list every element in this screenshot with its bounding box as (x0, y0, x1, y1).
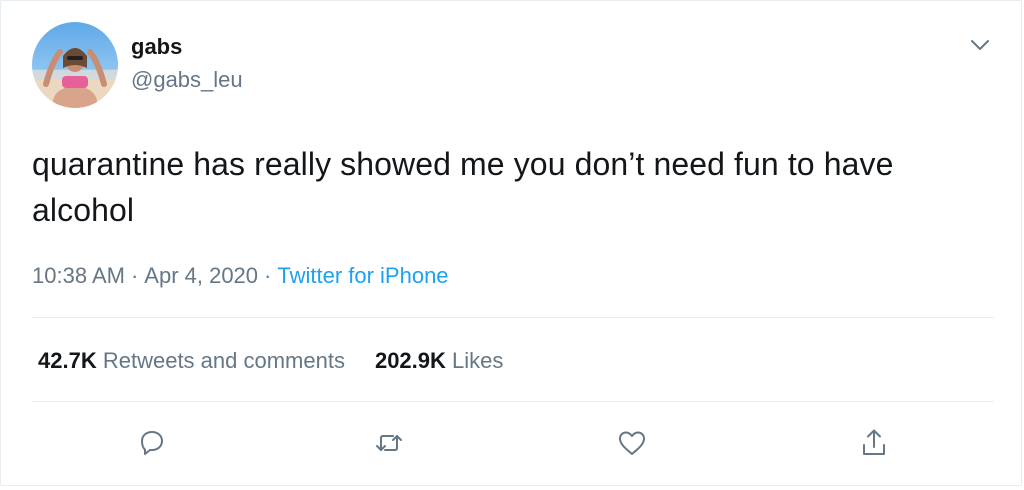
share-icon[interactable] (857, 426, 891, 460)
likes-label: Likes (452, 348, 504, 373)
profile-photo-icon[interactable] (32, 22, 118, 108)
likes-stat[interactable]: 202.9K Likes (375, 348, 503, 374)
retweets-count: 42.7K (38, 348, 97, 373)
likes-count: 202.9K (374, 348, 446, 373)
tweet-card: gabs @gabs_leu quarantine has really sho… (0, 0, 1022, 486)
retweets-label: Retweets and comments (102, 348, 345, 373)
chevron-down-icon[interactable] (967, 35, 993, 55)
like-icon[interactable] (615, 426, 649, 460)
tweet-stats: 42.7K Retweets and comments 202.9K Likes (38, 348, 533, 374)
retweets-stat[interactable]: 42.7K Retweets and comments (38, 348, 345, 374)
user-handle[interactable]: @gabs_leu (131, 67, 243, 93)
divider (32, 401, 994, 402)
divider (32, 317, 994, 318)
meta-separator: · (130, 263, 139, 288)
tweet-text: quarantine has really showed me you don’… (32, 146, 894, 228)
tweet-meta: 10:38 AM · Apr 4, 2020 · Twitter for iPhone (32, 263, 449, 289)
reply-icon[interactable] (135, 426, 169, 460)
tweet-time[interactable]: 10:38 AM (32, 263, 125, 288)
tweet-source-link[interactable]: Twitter for iPhone (277, 263, 448, 288)
retweet-icon[interactable] (372, 426, 406, 460)
meta-separator: · (264, 263, 272, 288)
tweet-date[interactable]: Apr 4, 2020 (144, 263, 258, 288)
display-name[interactable]: gabs (131, 34, 182, 60)
